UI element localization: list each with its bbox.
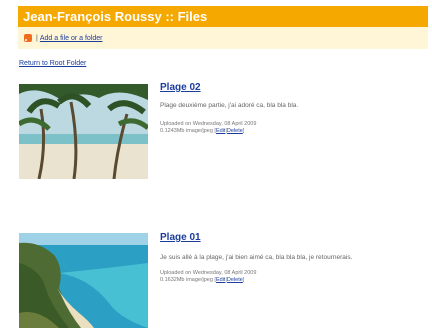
file-info: 0.1632Mb image/jpeg <box>160 277 213 283</box>
delete-link[interactable]: Delete <box>227 128 243 134</box>
edit-link[interactable]: Edit <box>216 128 225 134</box>
file-description: Plage deuxième partie, j'ai adoré ca, bl… <box>160 102 299 109</box>
file-meta: Uploaded on Wednesday, 08 April 2009 0.1… <box>160 270 257 283</box>
file-description: Je suis allé à la plage, j'ai bien aimé … <box>160 254 353 261</box>
rss-icon[interactable] <box>24 34 32 42</box>
toolbar-separator: | <box>36 34 38 42</box>
return-to-root-link[interactable]: Return to Root Folder <box>19 60 86 67</box>
toolbar: | Add a file or a folder <box>18 27 428 49</box>
file-thumbnail-plage-01[interactable] <box>19 233 148 328</box>
delete-link[interactable]: Delete <box>227 277 243 283</box>
add-file-or-folder-link[interactable]: Add a file or a folder <box>40 35 103 42</box>
file-upload-date: Uploaded on Wednesday, 08 April 2009 <box>160 270 257 276</box>
file-title-link[interactable]: Plage 01 <box>160 232 201 243</box>
file-thumbnail-plage-02[interactable] <box>19 84 148 179</box>
file-upload-date: Uploaded on Wednesday, 08 April 2009 <box>160 121 257 127</box>
edit-link[interactable]: Edit <box>216 277 225 283</box>
file-meta: Uploaded on Wednesday, 08 April 2009 0.1… <box>160 121 257 134</box>
file-title-link[interactable]: Plage 02 <box>160 82 201 93</box>
page-title: Jean-François Roussy :: Files <box>18 6 428 27</box>
file-info: 0.1243Mb image/jpeg <box>160 128 213 134</box>
